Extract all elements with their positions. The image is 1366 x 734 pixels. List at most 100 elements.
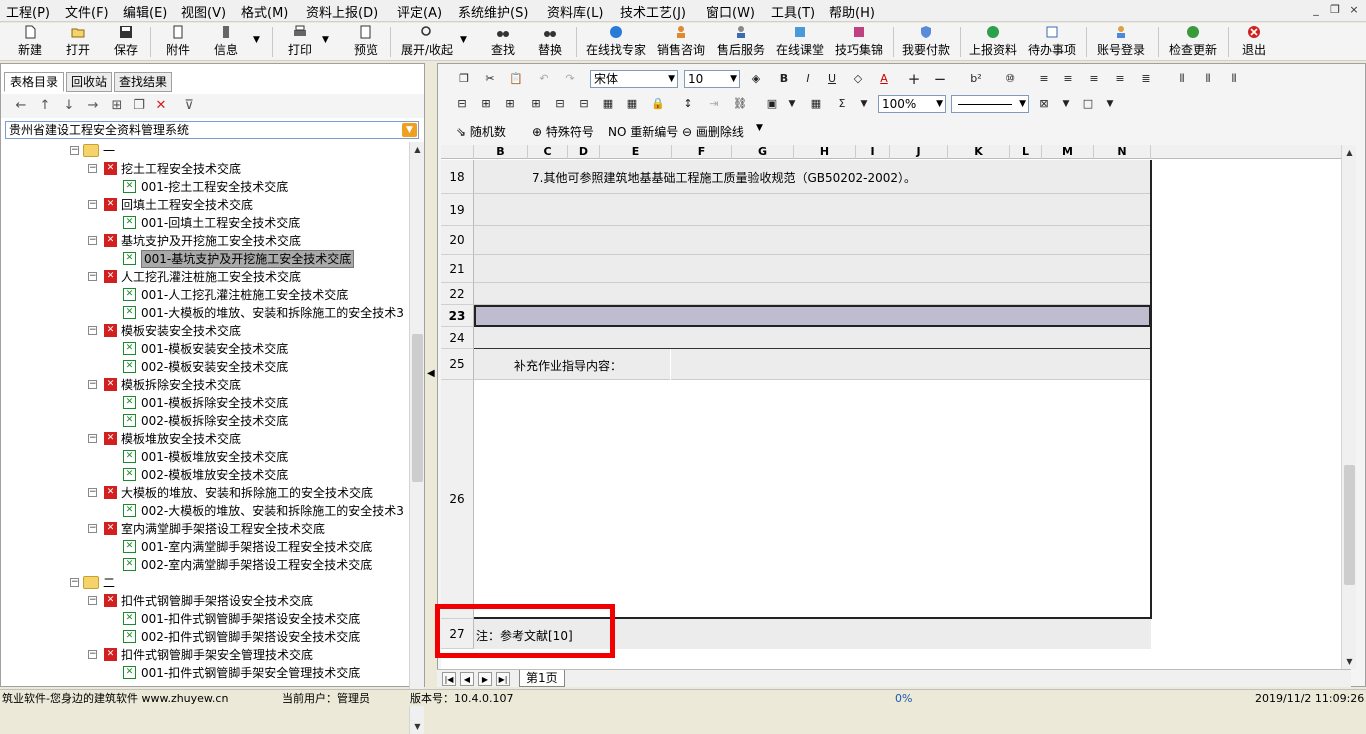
col-l[interactable]: L xyxy=(1010,145,1042,159)
menu-view[interactable]: 视图(V) xyxy=(181,2,226,21)
col-f[interactable]: F xyxy=(672,145,732,159)
align-left-icon[interactable]: ≡ xyxy=(1036,71,1052,87)
tree-item[interactable]: − ✕ 模板堆放安全技术交底 xyxy=(1,430,410,448)
tree-item[interactable]: − ✕ 人工挖孔灌注桩施工安全技术交底 xyxy=(1,268,410,286)
row-header-20[interactable]: 20 xyxy=(441,226,474,255)
fill-dropdown-icon[interactable]: ▼ xyxy=(1102,96,1118,112)
row-24[interactable] xyxy=(474,327,1151,349)
sheet-scroll-thumb[interactable] xyxy=(1344,465,1355,585)
menu-report[interactable]: 资料上报(D) xyxy=(306,2,378,21)
tree-item[interactable]: ✕ 001-基坑支护及开挖施工安全技术交底 xyxy=(1,250,410,268)
menu-edit[interactable]: 编辑(E) xyxy=(123,2,167,21)
tree-item[interactable]: ✕ 001-扣件式钢管脚手架搭设安全技术交底 xyxy=(1,610,410,628)
collapse-toggle-icon[interactable]: − xyxy=(70,146,79,155)
font-size-select[interactable]: 10 ▼ xyxy=(684,70,740,88)
col-j[interactable]: J xyxy=(890,145,948,159)
arrow-left-icon[interactable]: ← xyxy=(13,98,29,114)
open-button[interactable]: 打开 xyxy=(62,25,94,59)
row-header-25[interactable]: 25 xyxy=(441,349,474,380)
collapse-toggle-icon[interactable]: − xyxy=(88,524,97,533)
attachment-button[interactable]: 附件 xyxy=(162,25,194,59)
justify-icon[interactable]: ≡ xyxy=(1112,71,1128,87)
collapse-toggle-icon[interactable]: − xyxy=(88,650,97,659)
calculator-icon[interactable]: ▦ xyxy=(808,96,824,112)
undo-icon[interactable]: ↶ xyxy=(536,71,552,87)
add-node-icon[interactable]: ⊞ xyxy=(109,98,125,114)
tree-item[interactable]: ✕ 002-室内满堂脚手架搭设工程安全技术交底 xyxy=(1,556,410,574)
scroll-down-icon[interactable]: ▼ xyxy=(410,719,425,734)
filter-icon[interactable]: ⊽ xyxy=(181,98,197,114)
row-header-24[interactable]: 24 xyxy=(441,327,474,349)
sigma-icon[interactable]: Σ xyxy=(834,96,850,112)
upload-button[interactable]: 上报资料 xyxy=(968,25,1018,59)
collapse-handle-icon[interactable]: ⌃ xyxy=(205,672,213,682)
restore-button[interactable]: ❐ xyxy=(1327,3,1343,18)
online-expert-button[interactable]: 在线找专家 xyxy=(585,25,647,59)
menu-tech[interactable]: 技术工艺(J) xyxy=(620,2,686,21)
delete-icon[interactable]: ✕ xyxy=(153,98,169,114)
table-icon[interactable]: ▦ xyxy=(600,96,616,112)
tree-item[interactable]: − ✕ 扣件式钢管脚手架搭设安全技术交底 xyxy=(1,592,410,610)
minimize-button[interactable]: _ xyxy=(1308,3,1324,18)
line-spacing-icon[interactable]: ↕ xyxy=(680,96,696,112)
bold-icon[interactable]: B xyxy=(776,71,792,87)
vertical-bottom-icon[interactable]: ⦀ xyxy=(1226,71,1242,87)
spreadsheet[interactable]: B C D E F G H I J K L M N 18 7.其他可参照建筑地基… xyxy=(441,145,1352,669)
col-e[interactable]: E xyxy=(600,145,672,159)
splitter-arrow-icon[interactable]: ◀ xyxy=(427,368,435,379)
login-button[interactable]: 账号登录 xyxy=(1096,25,1146,59)
menu-window[interactable]: 窗口(W) xyxy=(706,2,755,21)
row-25[interactable]: 补充作业指导内容： xyxy=(474,349,1151,380)
sheet-vertical-scrollbar[interactable]: ▲ ▼ xyxy=(1341,145,1356,669)
menu-file[interactable]: 文件(F) xyxy=(65,2,109,21)
tree-scrollbar[interactable]: ▲ ▼ xyxy=(409,142,424,734)
tree-item[interactable]: − ✕ 回填土工程安全技术交底 xyxy=(1,196,410,214)
row-26[interactable] xyxy=(474,380,1151,619)
menu-library[interactable]: 资料库(L) xyxy=(547,2,603,21)
tab-search-results[interactable]: 查找结果 xyxy=(114,72,172,92)
tree-item[interactable]: ✕ 002-大模板的堆放、安装和拆除施工的安全技术3 xyxy=(1,502,410,520)
tips-button[interactable]: 技巧集锦 xyxy=(834,25,884,59)
row-20[interactable] xyxy=(474,226,1151,255)
paste-icon[interactable]: 📋 xyxy=(508,71,524,87)
row-header-26[interactable]: 26 xyxy=(441,380,474,619)
col-c[interactable]: C xyxy=(528,145,568,159)
tab-recycle-bin[interactable]: 回收站 xyxy=(66,72,112,92)
tree-item[interactable]: ✕ 002-扣件式钢管脚手架搭设安全技术交底 xyxy=(1,628,410,646)
tree-item[interactable]: − ✕ 基坑支护及开挖施工安全技术交底 xyxy=(1,232,410,250)
lock-icon[interactable]: 🔒 xyxy=(650,96,666,112)
row-19[interactable] xyxy=(474,194,1151,226)
row-header-23[interactable]: 23 xyxy=(441,305,474,327)
merge-cells-icon[interactable]: ⊟ xyxy=(454,96,470,112)
superscript-icon[interactable]: b² xyxy=(968,71,984,87)
tree-item[interactable]: ✕ 001-挖土工程安全技术交底 xyxy=(1,178,410,196)
menu-tools[interactable]: 工具(T) xyxy=(771,2,815,21)
collapse-toggle-icon[interactable]: − xyxy=(88,434,97,443)
find-button[interactable]: 查找 xyxy=(488,25,518,59)
col-h[interactable]: H xyxy=(794,145,856,159)
tree-item[interactable]: − ✕ 挖土工程安全技术交底 xyxy=(1,160,410,178)
collapse-toggle-icon[interactable]: − xyxy=(88,236,97,245)
system-select[interactable]: 贵州省建设工程安全资料管理系统 ▼ xyxy=(5,121,419,139)
redo-icon[interactable]: ↷ xyxy=(562,71,578,87)
image-icon[interactable]: ▣ xyxy=(764,96,780,112)
copy-node-icon[interactable]: ❐ xyxy=(131,98,147,114)
grid-icon[interactable]: ▦ xyxy=(624,96,640,112)
tree-item[interactable]: ✕ 001-室内满堂脚手架搭设工程安全技术交底 xyxy=(1,538,410,556)
check-update-button[interactable]: 检查更新 xyxy=(1168,25,1218,59)
collapse-toggle-icon[interactable]: − xyxy=(88,164,97,173)
delete-col-icon[interactable]: ⊟ xyxy=(576,96,592,112)
tree-item[interactable]: ✕ 001-大模板的堆放、安装和拆除施工的安全技术3 xyxy=(1,304,410,322)
print-button[interactable]: 打印 xyxy=(284,25,316,59)
prev-sheet-icon[interactable]: ◀ xyxy=(460,672,474,686)
menu-project[interactable]: 工程(P) xyxy=(6,2,50,21)
tree-item[interactable]: − ✕ 模板安装安全技术交底 xyxy=(1,322,410,340)
tree-item[interactable]: ✕ 001-模板拆除安全技术交底 xyxy=(1,394,410,412)
sheet-tab-page-1[interactable]: 第1页 xyxy=(519,670,565,687)
next-sheet-icon[interactable]: ▶ xyxy=(478,672,492,686)
row-23[interactable] xyxy=(474,305,1151,327)
tree-item[interactable]: ✕ 001-模板安装安全技术交底 xyxy=(1,340,410,358)
collapse-toggle-icon[interactable]: − xyxy=(70,578,79,587)
tree-item[interactable]: − ✕ 大模板的堆放、安装和拆除施工的安全技术交底 xyxy=(1,484,410,502)
col-n[interactable]: N xyxy=(1094,145,1151,159)
